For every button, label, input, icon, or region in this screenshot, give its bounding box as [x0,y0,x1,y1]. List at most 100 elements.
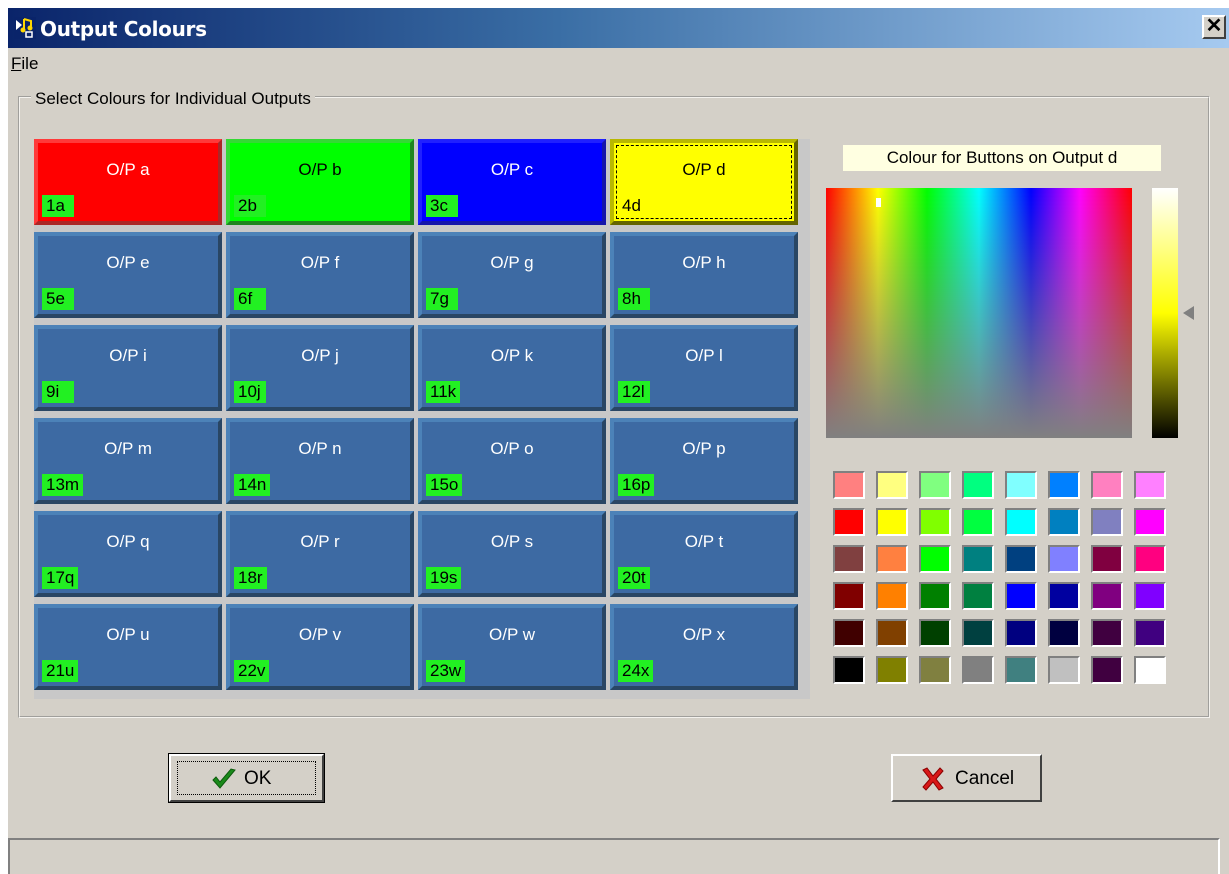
palette-swatch[interactable] [876,508,908,536]
cancel-button[interactable]: Cancel [891,754,1042,802]
output-key-badge: 6f [234,288,266,310]
output-button[interactable]: O/P j 10j [226,325,414,411]
palette-swatch[interactable] [876,545,908,573]
output-key-badge: 14n [234,474,271,496]
palette-swatch[interactable] [1134,545,1166,573]
output-label: O/P p [682,439,726,458]
colour-spectrum[interactable] [826,188,1132,438]
palette-swatch[interactable] [1091,582,1123,610]
palette-swatch[interactable] [919,471,951,499]
palette-swatch[interactable] [962,656,994,684]
output-button[interactable]: O/P k 11k [418,325,606,411]
palette-swatch[interactable] [833,508,865,536]
palette-swatch[interactable] [1091,656,1123,684]
palette-swatch[interactable] [1134,656,1166,684]
palette-swatch[interactable] [1091,545,1123,573]
output-key-badge: 5e [42,288,74,310]
output-button[interactable]: O/P q 17q [34,511,222,597]
output-button[interactable]: O/P u 21u [34,604,222,690]
output-label: O/P c [490,160,534,179]
output-button[interactable]: O/P b 2b [226,139,414,225]
output-button[interactable]: O/P i 9i [34,325,222,411]
palette-swatch[interactable] [962,582,994,610]
palette-swatch[interactable] [919,508,951,536]
menu-file-label: ile [21,54,39,73]
output-button[interactable]: O/P h 8h [610,232,798,318]
palette-swatch[interactable] [1134,619,1166,647]
palette-swatch[interactable] [1048,619,1080,647]
palette-swatch[interactable] [876,471,908,499]
palette-swatch[interactable] [919,619,951,647]
palette-swatch[interactable] [1048,656,1080,684]
output-label: O/P k [490,346,534,365]
cancel-label: Cancel [955,768,1015,789]
output-button[interactable]: O/P a 1a [34,139,222,225]
output-button[interactable]: O/P s 19s [418,511,606,597]
palette-swatch[interactable] [1091,471,1123,499]
palette-swatch[interactable] [1048,545,1080,573]
output-button[interactable]: O/P e 5e [34,232,222,318]
palette-swatch[interactable] [1048,471,1080,499]
palette-swatch[interactable] [1134,582,1166,610]
palette-swatch[interactable] [876,619,908,647]
palette-swatch[interactable] [833,545,865,573]
output-button[interactable]: O/P d 4d [610,139,798,225]
output-button[interactable]: O/P w 23w [418,604,606,690]
palette-swatch[interactable] [833,471,865,499]
palette-swatch[interactable] [962,545,994,573]
output-button[interactable]: O/P n 14n [226,418,414,504]
palette-swatch[interactable] [833,656,865,684]
close-button[interactable]: ✕ [1202,15,1226,39]
output-key-badge: 19s [426,567,462,589]
palette-swatch[interactable] [1005,656,1037,684]
output-button[interactable]: O/P c 3c [418,139,606,225]
output-button[interactable]: O/P v 22v [226,604,414,690]
output-button[interactable]: O/P m 13m [34,418,222,504]
luminance-arrow-icon[interactable] [1183,306,1194,320]
palette-swatch[interactable] [919,545,951,573]
palette-swatch[interactable] [833,582,865,610]
palette-swatch[interactable] [919,656,951,684]
output-key-badge: 21u [42,660,79,682]
palette-swatch[interactable] [1005,471,1037,499]
output-label: O/P g [490,253,534,272]
output-key-badge: 3c [426,195,458,217]
palette-swatch[interactable] [876,582,908,610]
colour-caption: Colour for Buttons on Output d [843,145,1161,171]
palette-swatch[interactable] [962,619,994,647]
output-label: O/P v [298,625,342,644]
output-button[interactable]: O/P p 16p [610,418,798,504]
palette-swatch[interactable] [1005,582,1037,610]
palette-swatch[interactable] [1005,545,1037,573]
palette-swatch[interactable] [1134,508,1166,536]
palette-swatch[interactable] [962,508,994,536]
palette-swatch[interactable] [1048,582,1080,610]
palette-swatch[interactable] [833,619,865,647]
palette-swatch[interactable] [876,656,908,684]
ok-button[interactable]: OK [168,753,325,803]
output-button[interactable]: O/P g 7g [418,232,606,318]
palette-swatch[interactable] [1091,619,1123,647]
output-key-badge: 7g [426,288,458,310]
checkmark-icon [212,768,236,789]
output-button[interactable]: O/P t 20t [610,511,798,597]
output-button[interactable]: O/P o 15o [418,418,606,504]
output-button[interactable]: O/P l 12l [610,325,798,411]
palette-swatch[interactable] [1048,508,1080,536]
palette-swatch[interactable] [1091,508,1123,536]
palette-swatch[interactable] [1005,508,1037,536]
luminance-bar[interactable] [1152,188,1178,438]
output-key-badge: 2b [234,195,266,217]
output-button[interactable]: O/P x 24x [610,604,798,690]
palette-swatch[interactable] [919,582,951,610]
output-button[interactable]: O/P f 6f [226,232,414,318]
palette-swatch[interactable] [1134,471,1166,499]
group-label: Select Colours for Individual Outputs [31,89,315,109]
output-key-badge: 4d [622,196,641,215]
spectrum-cursor[interactable] [876,198,881,207]
output-label: O/P b [298,160,342,179]
palette-swatch[interactable] [962,471,994,499]
palette-swatch[interactable] [1005,619,1037,647]
output-button[interactable]: O/P r 18r [226,511,414,597]
menu-file[interactable]: File [11,54,38,74]
